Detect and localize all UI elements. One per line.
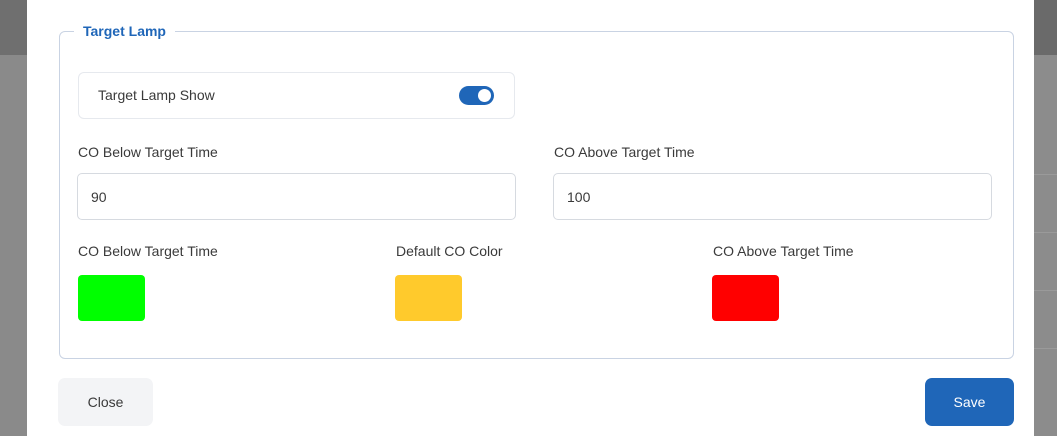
co-above-color-label: CO Above Target Time xyxy=(713,243,854,259)
backdrop-divider xyxy=(1034,232,1057,233)
save-button[interactable]: Save xyxy=(925,378,1014,426)
target-lamp-show-label: Target Lamp Show xyxy=(98,87,215,103)
co-below-color-swatch[interactable] xyxy=(78,275,145,321)
default-co-color-label: Default CO Color xyxy=(396,243,503,259)
group-title: Target Lamp xyxy=(83,23,166,39)
co-above-target-time-label: CO Above Target Time xyxy=(554,144,695,160)
backdrop-divider xyxy=(1034,348,1057,349)
modal-backdrop-left xyxy=(0,0,27,436)
co-below-target-time-input[interactable] xyxy=(77,173,516,220)
target-lamp-show-toggle[interactable] xyxy=(459,86,494,105)
backdrop-divider xyxy=(1034,174,1057,175)
toggle-knob xyxy=(478,89,491,102)
close-button[interactable]: Close xyxy=(58,378,153,426)
target-lamp-show-card: Target Lamp Show xyxy=(78,72,515,119)
backdrop-divider xyxy=(1034,290,1057,291)
default-co-color-swatch[interactable] xyxy=(395,275,462,321)
co-below-color-label: CO Below Target Time xyxy=(78,243,218,259)
co-above-target-time-input[interactable] xyxy=(553,173,992,220)
co-above-color-swatch[interactable] xyxy=(712,275,779,321)
target-lamp-modal: Target Lamp Target Lamp Show CO Below Ta… xyxy=(27,0,1034,436)
modal-backdrop-right xyxy=(1034,0,1057,436)
backdrop-header-band xyxy=(0,0,27,55)
backdrop-header-band xyxy=(1034,0,1057,55)
co-below-target-time-label: CO Below Target Time xyxy=(78,144,218,160)
